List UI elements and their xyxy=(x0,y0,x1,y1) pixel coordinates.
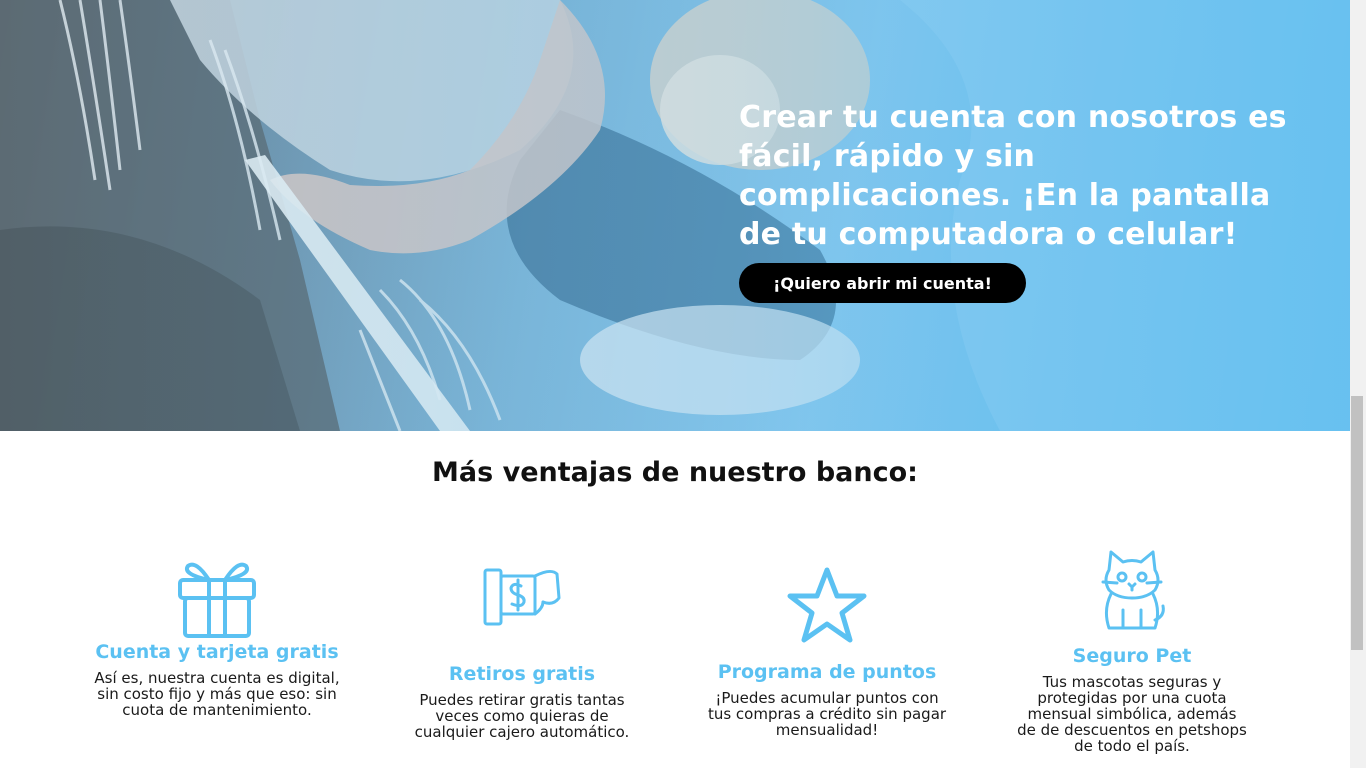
feature-points-program: Programa de puntos ¡Puedes acumular punt… xyxy=(702,564,952,738)
feature-free-withdrawals: Retiros gratis Puedes retirar gratis tan… xyxy=(397,564,647,740)
hero-title: Crear tu cuenta con nosotros es fácil, r… xyxy=(739,100,1287,252)
feature-description: Puedes retirar gratis tantas veces como … xyxy=(414,691,630,741)
feature-description: Tus mascotas seguras y protegidas por un… xyxy=(1017,673,1247,755)
page-scrollbar[interactable] xyxy=(1350,0,1366,768)
feature-description: Así es, nuestra cuenta es digital, sin c… xyxy=(94,669,340,719)
hero-banner: Crear tu cuenta con nosotros es fácil, r… xyxy=(0,0,1350,431)
cash-withdrawal-icon xyxy=(483,568,561,626)
star-icon xyxy=(787,567,867,643)
feature-title: Programa de puntos xyxy=(717,661,937,683)
feature-description: ¡Puedes acumular puntos con tus compras … xyxy=(707,689,947,739)
section-title: Más ventajas de nuestro banco: xyxy=(432,457,918,488)
cat-icon xyxy=(1101,550,1165,630)
open-account-button[interactable]: ¡Quiero abrir mi cuenta! xyxy=(739,263,1026,303)
scrollbar-thumb[interactable] xyxy=(1351,396,1363,650)
feature-pet-insurance: Seguro Pet Tus mascotas seguras y proteg… xyxy=(1007,550,1257,754)
gift-icon xyxy=(178,562,256,638)
feature-free-account: Cuenta y tarjeta gratis Así es, nuestra … xyxy=(92,558,342,718)
feature-title: Cuenta y tarjeta gratis xyxy=(95,641,339,663)
feature-title: Seguro Pet xyxy=(1072,645,1192,667)
feature-title: Retiros gratis xyxy=(448,663,596,685)
